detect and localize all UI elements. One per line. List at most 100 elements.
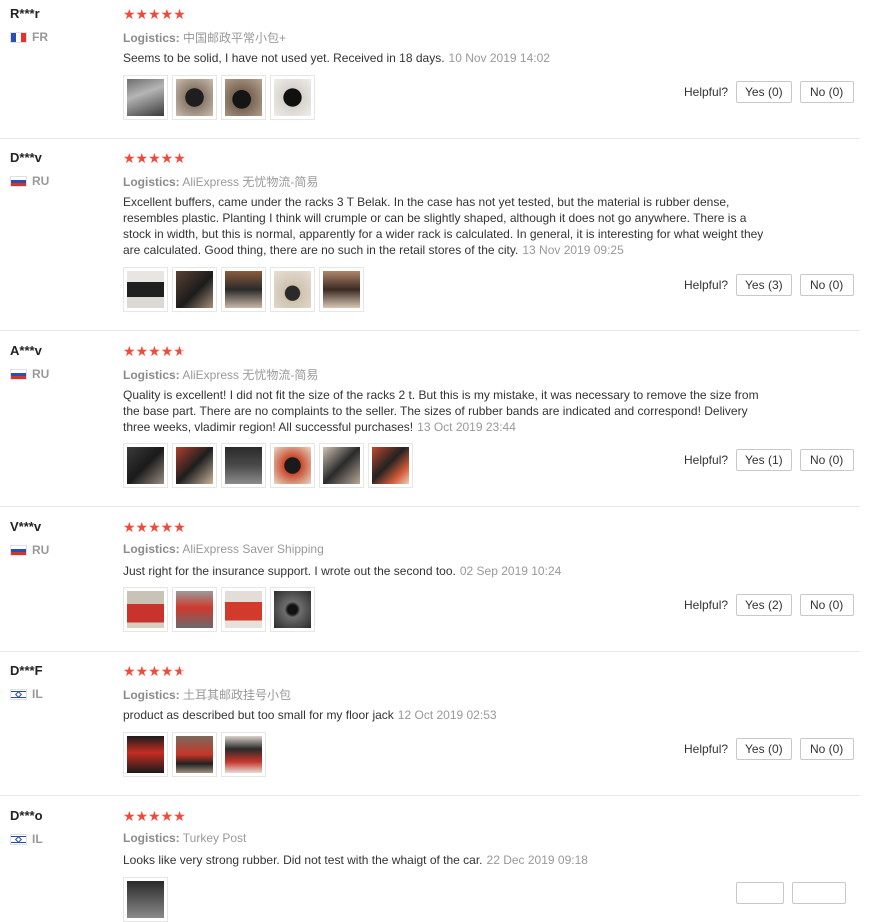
star-rating: ★★★★★	[123, 809, 186, 823]
review-photo-thumbnail[interactable]	[221, 587, 266, 632]
helpful-vote: Helpful? Yes (3) No (0)	[684, 274, 854, 296]
logistics-label: Logistics:	[123, 31, 180, 45]
review-photo-thumbnail[interactable]	[319, 443, 364, 488]
logistics-label: Logistics:	[123, 831, 180, 845]
review-text: Looks like very strong rubber. Did not t…	[123, 852, 783, 868]
country-code: IL	[32, 687, 43, 701]
star-rating: ★★★★★	[123, 151, 186, 165]
review-photos	[123, 75, 315, 120]
logistics-label: Logistics:	[123, 368, 180, 382]
reviewer-name: V***v	[10, 519, 42, 534]
review-photos	[123, 732, 266, 777]
logistics-label: Logistics:	[123, 175, 180, 189]
helpful-label: Helpful?	[684, 85, 729, 99]
review-item: A***v RU ★★★★★ Logistics: AliExpress 无忧物…	[0, 337, 860, 507]
russia-flag-icon	[10, 544, 27, 556]
review-text: Seems to be solid, I have not used yet. …	[123, 50, 783, 66]
logistics-info: Logistics: AliExpress 无忧物流-简易	[123, 173, 318, 190]
country-code: RU	[32, 543, 50, 557]
review-photo-thumbnail[interactable]	[123, 732, 168, 777]
review-date: 12 Oct 2019 02:53	[397, 708, 497, 722]
helpful-no-button[interactable]: No (0)	[799, 81, 854, 103]
france-flag-icon	[10, 31, 27, 43]
review-photo-thumbnail[interactable]	[221, 732, 266, 777]
review-photo-thumbnail[interactable]	[172, 443, 217, 488]
star-rating: ★★★★★	[123, 520, 186, 534]
review-photo-thumbnail[interactable]	[270, 75, 315, 120]
review-text: Excellent buffers, came under the racks …	[123, 194, 773, 258]
logistics-value: AliExpress Saver Shipping	[182, 542, 324, 556]
review-photos	[123, 587, 315, 632]
review-date: 22 Dec 2019 09:18	[486, 853, 588, 867]
star-icon: ★	[173, 663, 186, 679]
review-item: D***F IL ★★★★★ Logistics: 土耳其邮政挂号小包 prod…	[0, 657, 860, 796]
helpful-yes-button[interactable]	[736, 882, 784, 904]
helpful-no-button[interactable]	[792, 882, 846, 904]
helpful-yes-button[interactable]: Yes (0)	[736, 738, 792, 760]
helpful-vote: Helpful? Yes (1) No (0)	[684, 449, 854, 471]
review-photos	[123, 443, 413, 488]
israel-flag-icon	[10, 833, 27, 845]
star-icon: ★	[148, 663, 161, 679]
star-rating: ★★★★★	[123, 7, 186, 21]
helpful-yes-button[interactable]: Yes (0)	[736, 81, 792, 103]
review-photo-thumbnail[interactable]	[172, 267, 217, 312]
star-icon: ★	[123, 663, 136, 679]
review-photo-thumbnail[interactable]	[123, 443, 168, 488]
review-photos	[123, 267, 364, 312]
review-photo-thumbnail[interactable]	[319, 267, 364, 312]
helpful-yes-button[interactable]: Yes (1)	[736, 449, 792, 471]
helpful-no-button[interactable]: No (0)	[799, 449, 854, 471]
review-photo-thumbnail[interactable]	[123, 587, 168, 632]
review-photo-thumbnail[interactable]	[221, 443, 266, 488]
review-photo-thumbnail[interactable]	[270, 587, 315, 632]
star-of-david-icon	[14, 690, 23, 698]
review-photo-thumbnail[interactable]	[270, 267, 315, 312]
logistics-value: 中国邮政平常小包+	[183, 31, 287, 45]
star-rating: ★★★★★	[123, 344, 186, 358]
review-photo-thumbnail[interactable]	[172, 732, 217, 777]
review-item: D***o IL ★★★★★ Logistics: Turkey Post Lo…	[0, 802, 860, 922]
review-item: D***v RU ★★★★★ Logistics: AliExpress 无忧物…	[0, 144, 860, 331]
helpful-no-button[interactable]: No (0)	[799, 594, 854, 616]
helpful-yes-button[interactable]: Yes (2)	[736, 594, 792, 616]
review-body: Excellent buffers, came under the racks …	[123, 195, 764, 257]
country-code: FR	[32, 30, 48, 44]
stars-5: ★★★★★	[123, 519, 186, 535]
reviewer-country: IL	[10, 687, 43, 701]
review-body: Just right for the insurance support. I …	[123, 564, 456, 578]
logistics-label: Logistics:	[123, 542, 180, 556]
logistics-info: Logistics: Turkey Post	[123, 831, 246, 845]
helpful-label: Helpful?	[684, 598, 729, 612]
logistics-info: Logistics: AliExpress 无忧物流-简易	[123, 366, 318, 383]
review-photo-thumbnail[interactable]	[270, 443, 315, 488]
helpful-no-button[interactable]: No (0)	[799, 274, 854, 296]
review-body: product as described but too small for m…	[123, 708, 394, 722]
helpful-no-button[interactable]: No (0)	[799, 738, 854, 760]
helpful-label: Helpful?	[684, 453, 729, 467]
logistics-value: AliExpress 无忧物流-简易	[182, 175, 319, 189]
reviewer-country: RU	[10, 543, 49, 557]
review-photo-thumbnail[interactable]	[368, 443, 413, 488]
logistics-info: Logistics: AliExpress Saver Shipping	[123, 542, 324, 556]
review-body: Seems to be solid, I have not used yet. …	[123, 51, 445, 65]
review-photo-thumbnail[interactable]	[221, 267, 266, 312]
country-code: RU	[32, 367, 50, 381]
country-code: RU	[32, 174, 50, 188]
review-photo-thumbnail[interactable]	[123, 75, 168, 120]
review-photo-thumbnail[interactable]	[221, 75, 266, 120]
review-photo-thumbnail[interactable]	[172, 75, 217, 120]
logistics-value: AliExpress 无忧物流-简易	[182, 368, 319, 382]
review-date: 02 Sep 2019 10:24	[459, 564, 562, 578]
review-text: Quality is excellent! I did not fit the …	[123, 387, 773, 435]
review-photo-thumbnail[interactable]	[123, 877, 168, 922]
review-photos	[123, 877, 168, 922]
review-body: Looks like very strong rubber. Did not t…	[123, 853, 483, 867]
review-photo-thumbnail[interactable]	[123, 267, 168, 312]
helpful-yes-button[interactable]: Yes (3)	[736, 274, 792, 296]
helpful-vote: Helpful? Yes (0) No (0)	[684, 738, 854, 760]
stars-5: ★★★★★	[123, 808, 186, 824]
stars-4-5: ★★★★★	[123, 663, 186, 679]
review-photo-thumbnail[interactable]	[172, 587, 217, 632]
review-date: 10 Nov 2019 14:02	[448, 51, 550, 65]
